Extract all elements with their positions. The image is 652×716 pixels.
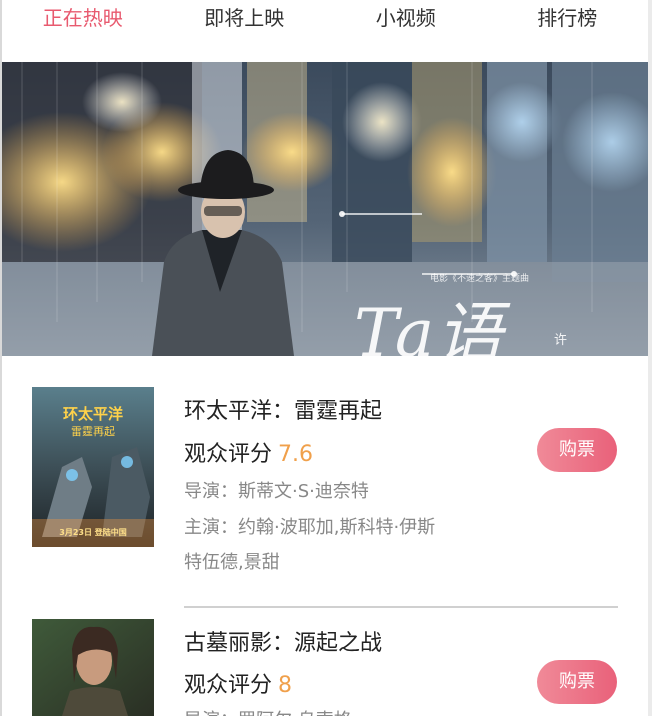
tab-now-showing[interactable]: 正在热映 [2,0,164,46]
movie-title-2[interactable]: 古墓丽影：源起之战 [184,625,382,657]
movie-director-1: 导演：斯蒂文·S·迪奈特 [184,481,369,502]
tab-bar: 正在热映 即将上映 小视频 排行榜 [2,0,648,46]
banner-image [2,62,648,356]
tab-ranking[interactable]: 排行榜 [487,0,649,46]
score-label: 观众评分 [184,673,273,698]
list-divider [184,606,618,608]
buy-ticket-button-2[interactable]: 购票 [537,660,617,704]
banner-carousel[interactable]: 电影《不速之客》主题曲 Ta语 许嵩 [2,62,648,356]
buy-ticket-button-1[interactable]: 购票 [537,428,617,472]
tab-coming-soon[interactable]: 即将上映 [164,0,326,46]
movie-poster-1[interactable]: 环太平洋 雷霆再起 3月23日 登陆中国 [32,387,154,547]
poster-date: 3月23日 登陆中国 [59,528,127,537]
movie-score-1: 观众评分 7.6 [184,436,313,468]
app-frame: 正在热映 即将上映 小视频 排行榜 电影《不速之客》主题曲 Ta语 许 环太平洋… [0,0,652,716]
score-label: 观众评分 [184,442,273,467]
movie-director-2: 导演：罗阿尔·乌索格 [184,706,352,716]
movie-title-1[interactable]: 环太平洋：雷霆再起 [184,393,382,425]
poster-subcaption: 雷霆再起 [71,425,115,438]
banner-singer: 许嵩 [554,333,568,348]
banner-title: Ta语 [354,295,505,356]
score-value: 8 [278,673,293,698]
movie-cast-1-line2: 特伍德,景甜 [184,552,280,573]
movie-score-2: 观众评分 8 [184,667,292,699]
movie-poster-2[interactable] [32,619,154,716]
frame-right-border [648,0,652,716]
movie-cast-1-line1: 主演：约翰·波耶加,斯科特·伊斯 [184,517,436,538]
poster-caption: 环太平洋 [62,405,123,423]
score-value: 7.6 [278,442,314,467]
tab-short-video[interactable]: 小视频 [325,0,487,46]
